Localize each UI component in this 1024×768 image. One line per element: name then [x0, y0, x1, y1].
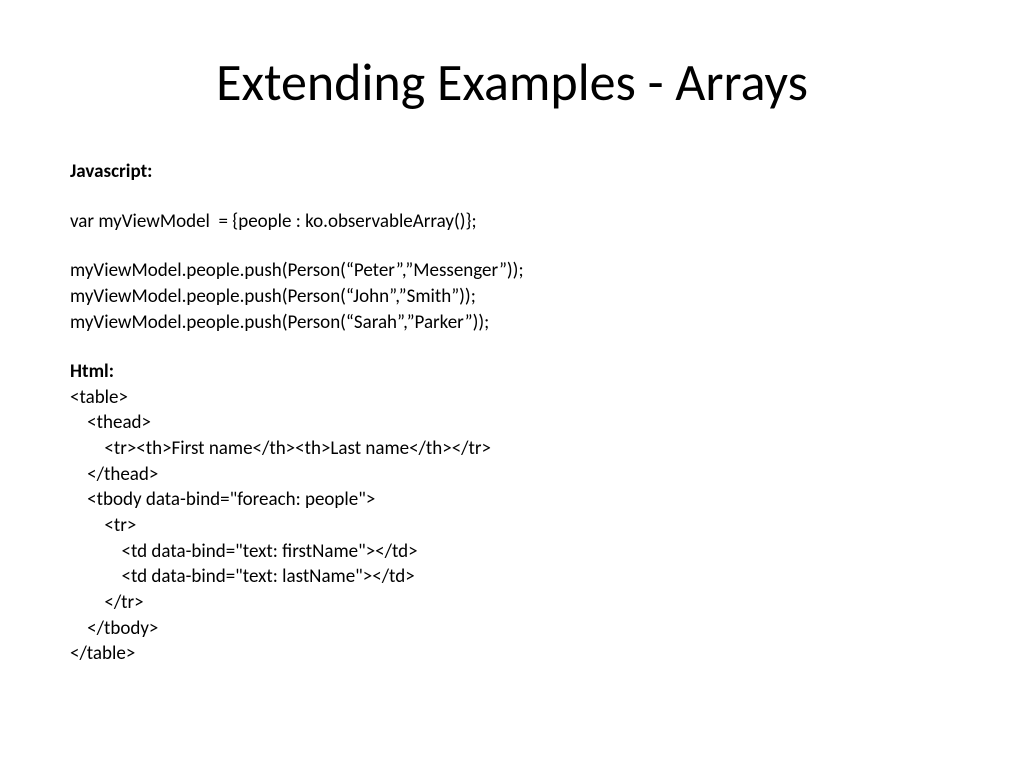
html-label: Html: — [70, 359, 954, 385]
js-code-line-1: var myViewModel = {people : ko.observabl… — [70, 209, 954, 235]
html-code-block: <table> <thead> <tr><th>First name</th><… — [70, 385, 954, 667]
javascript-label: Javascript: — [70, 159, 954, 185]
slide-container: Extending Examples - Arrays Javascript: … — [0, 0, 1024, 768]
spacer — [70, 234, 954, 258]
js-code-line-3: myViewModel.people.push(Person(“John”,”S… — [70, 284, 954, 310]
spacer — [70, 335, 954, 359]
slide-title: Extending Examples - Arrays — [70, 50, 954, 114]
js-code-line-2: myViewModel.people.push(Person(“Peter”,”… — [70, 258, 954, 284]
spacer — [70, 185, 954, 209]
slide-content: Javascript: var myViewModel = {people : … — [70, 159, 954, 667]
js-code-line-4: myViewModel.people.push(Person(“Sarah”,”… — [70, 310, 954, 336]
